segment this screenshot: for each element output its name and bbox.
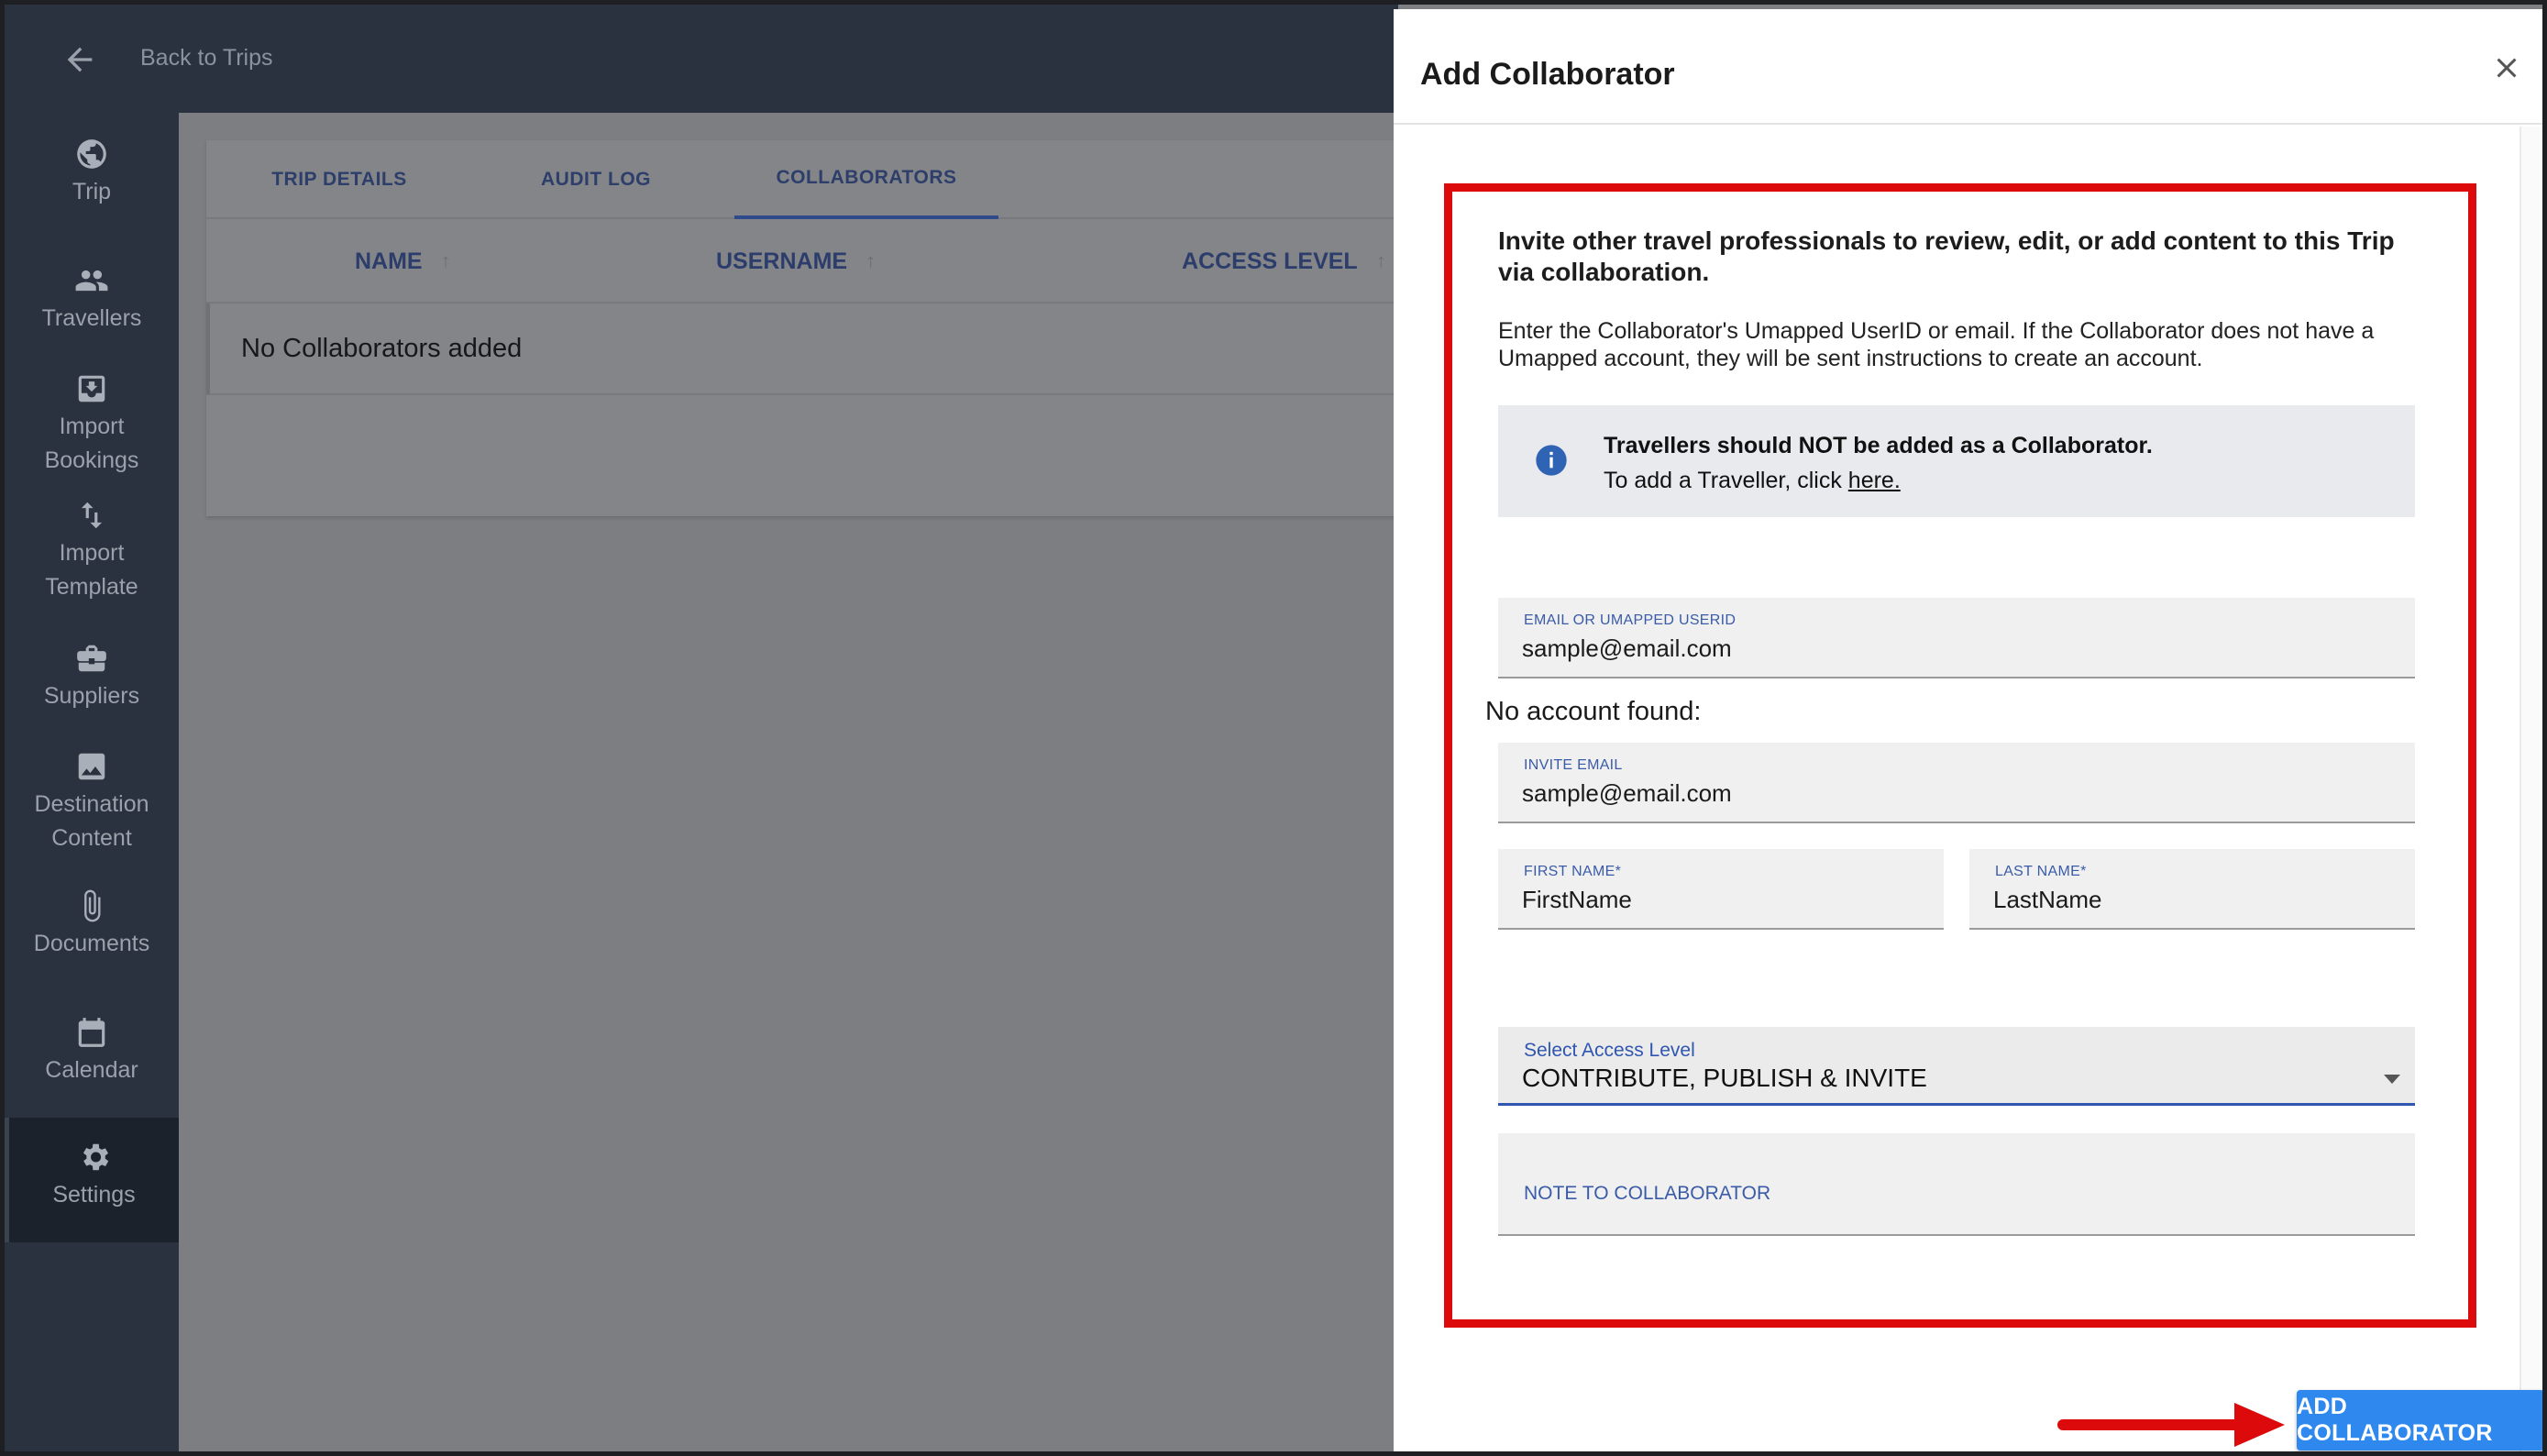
sidebar-item-label: Suppliers: [43, 683, 140, 709]
email-userid-field[interactable]: EMAIL OR UMAPPED USERID sample@email.com: [1498, 598, 2415, 678]
field-value: FirstName: [1522, 886, 1632, 913]
sidebar-item-label: Import Template: [45, 540, 138, 600]
paperclip-icon: [84, 889, 101, 922]
field-value: sample@email.com: [1522, 634, 1732, 662]
invite-email-field[interactable]: INVITE EMAIL sample@email.com: [1498, 743, 2415, 823]
app-frame: Back to Trips Trip Travellers Import Boo…: [0, 0, 2547, 1456]
column-label: NAME: [355, 248, 423, 274]
column-header-name[interactable]: NAME ↑: [355, 219, 451, 303]
scrollbar[interactable]: [2519, 127, 2542, 1451]
red-arrow-icon: [2057, 1403, 2285, 1447]
image-icon: [78, 753, 105, 780]
sort-arrow-icon: ↑: [440, 249, 451, 272]
sidebar-item-import-template[interactable]: Import Template: [5, 498, 179, 604]
panel-header: Add Collaborator: [1394, 9, 2542, 125]
field-label: FIRST NAME*: [1524, 864, 1622, 879]
field-value: sample@email.com: [1522, 779, 1732, 807]
last-name-field[interactable]: LAST NAME* LastName: [1969, 849, 2415, 930]
collaborators-card: TRIP DETAILS AUDIT LOG COLLABORATORS NAM…: [206, 140, 1398, 516]
sidebar-item-label: Settings: [52, 1182, 136, 1208]
column-label: USERNAME: [716, 248, 848, 274]
sort-arrow-icon: ↑: [866, 249, 877, 272]
no-account-text: No account found:: [1485, 697, 1702, 726]
gear-icon: [83, 1143, 108, 1171]
close-icon[interactable]: [2490, 51, 2523, 84]
sidebar-item-label: Documents: [33, 931, 150, 956]
field-label: EMAIL OR UMAPPED USERID: [1524, 612, 1737, 628]
sidebar-item-settings[interactable]: Settings: [5, 1118, 179, 1242]
sidebar-item-destination-content[interactable]: Destination Content: [5, 749, 179, 855]
select-value: CONTRIBUTE, PUBLISH & INVITE: [1522, 1064, 1927, 1092]
top-bar: Back to Trips: [5, 5, 1398, 113]
sidebar-item-import-bookings[interactable]: Import Bookings: [5, 371, 179, 478]
sidebar-item-suppliers[interactable]: Suppliers: [5, 641, 179, 713]
sidebar: Trip Travellers Import Bookings Import T…: [5, 113, 179, 1451]
column-header-access-level[interactable]: ACCESS LEVEL ↑: [1182, 219, 1386, 303]
main-content: TRIP DETAILS AUDIT LOG COLLABORATORS NAM…: [179, 113, 1398, 1451]
description-text: Enter the Collaborator's Umapped UserID …: [1498, 318, 2375, 371]
tab-bar: TRIP DETAILS AUDIT LOG COLLABORATORS: [206, 140, 1398, 219]
add-collaborator-panel: Add Collaborator Invite other travel pro…: [1394, 9, 2542, 1451]
people-icon: [75, 270, 108, 292]
empty-state-row: No Collaborators added: [206, 303, 1398, 395]
tab-trip-details[interactable]: TRIP DETAILS: [243, 140, 436, 219]
info-instruction-text: To add a Traveller, click: [1604, 468, 1848, 493]
sidebar-item-travellers[interactable]: Travellers: [5, 263, 179, 336]
sidebar-item-calendar[interactable]: Calendar: [5, 1015, 179, 1087]
globe-icon: [77, 139, 106, 169]
table-header: NAME ↑ USERNAME ↑ ACCESS LEVEL ↑: [206, 219, 1398, 303]
tab-collaborators[interactable]: COLLABORATORS: [734, 140, 998, 219]
sort-arrow-icon: ↑: [1375, 249, 1386, 272]
first-name-field[interactable]: FIRST NAME* FirstName: [1498, 849, 1944, 930]
sidebar-item-label: Calendar: [45, 1057, 138, 1083]
sidebar-item-trip[interactable]: Trip: [5, 137, 179, 209]
column-header-username[interactable]: USERNAME ↑: [716, 219, 876, 303]
back-arrow-icon[interactable]: [61, 41, 98, 78]
field-label: LAST NAME*: [1995, 864, 2087, 879]
sidebar-item-label: Destination Content: [34, 791, 149, 851]
field-label: INVITE EMAIL: [1524, 757, 1623, 773]
info-icon: [1536, 445, 1567, 476]
field-label: NOTE TO COLLABORATOR: [1524, 1183, 1771, 1204]
info-notice: Travellers should NOT be added as a Coll…: [1498, 405, 2415, 517]
add-collaborator-button[interactable]: ADD COLLABORATOR: [2297, 1390, 2542, 1450]
sidebar-item-documents[interactable]: Documents: [5, 888, 179, 961]
swap-vertical-icon: [81, 502, 103, 529]
column-label: ACCESS LEVEL: [1182, 248, 1358, 274]
briefcase-icon: [77, 645, 106, 672]
panel-title: Add Collaborator: [1420, 57, 1675, 92]
import-icon: [78, 375, 105, 403]
note-to-collaborator-field[interactable]: NOTE TO COLLABORATOR: [1498, 1133, 2415, 1236]
info-warning-text: Travellers should NOT be added as a Coll…: [1604, 433, 2153, 458]
sidebar-item-label: Travellers: [41, 305, 142, 331]
select-label: Select Access Level: [1524, 1040, 1695, 1061]
sidebar-item-label: Import Bookings: [44, 414, 139, 473]
field-value: LastName: [1993, 886, 2102, 913]
calendar-icon: [78, 1018, 105, 1047]
chevron-down-icon: [2384, 1075, 2400, 1084]
intro-text: Invite other travel professionals to rev…: [1498, 226, 2395, 286]
back-to-trips-link[interactable]: Back to Trips: [140, 45, 273, 72]
info-instruction: To add a Traveller, click here.: [1604, 468, 1901, 494]
tab-audit-log[interactable]: AUDIT LOG: [509, 140, 683, 219]
add-traveller-link[interactable]: here.: [1848, 468, 1901, 493]
access-level-select[interactable]: Select Access Level CONTRIBUTE, PUBLISH …: [1498, 1027, 2415, 1106]
sidebar-item-label: Trip: [72, 179, 112, 204]
